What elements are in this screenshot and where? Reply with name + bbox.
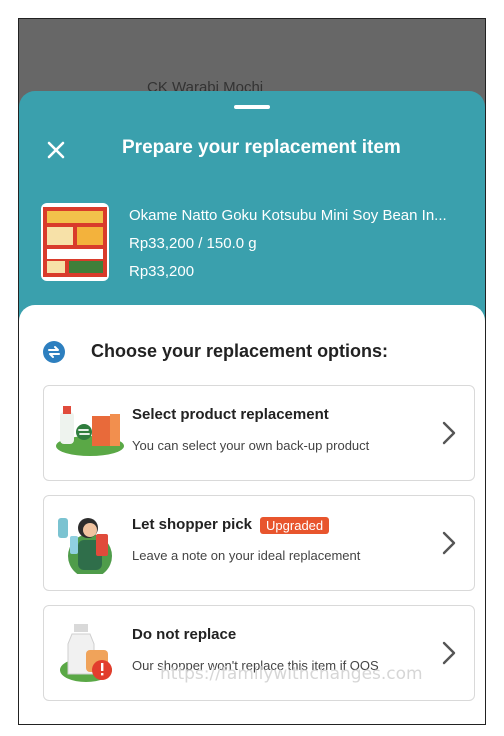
product-unit-price: Rp33,200 / 150.0 g [129,235,257,252]
watermark: https://familywithchanges.com [160,664,423,684]
option-title: Select product replacement [132,406,329,423]
option-subtitle: You can select your own back-up product [132,438,370,453]
upgraded-badge: Upgraded [260,516,330,534]
chevron-right-icon [442,421,456,445]
close-icon [47,141,65,159]
shopper-illustration [58,518,112,574]
drag-handle[interactable] [234,105,270,109]
replacement-sheet-header: Prepare your replacement item Okame Natt… [19,91,485,331]
chevron-right-icon [442,531,456,555]
product-thumbnail [41,203,109,281]
no-replace-illustration [60,624,112,682]
chevron-right-icon [442,641,456,665]
option-title-text: Let shopper pick [132,516,253,533]
product-swap-illustration [56,406,124,456]
product-name: Okame Natto Goku Kotsubu Mini Soy Bean I… [129,207,447,224]
section-title: Choose your replacement options: [91,341,389,361]
replacement-options-panel: Choose your replacement options: Select … [19,305,485,724]
page-title: Prepare your replacement item [122,137,401,158]
close-button[interactable] [43,137,69,163]
option-title: Let shopper pick Upgraded [132,516,330,534]
let-shopper-pick-option[interactable]: Let shopper pick Upgraded Leave a note on… [43,495,475,591]
option-subtitle: Leave a note on your ideal replacement [132,548,361,563]
do-not-replace-option[interactable]: Do not replace Our shopper won't replace… [43,605,475,701]
swap-icon [43,341,65,363]
select-product-replacement-option[interactable]: Select product replacement You can selec… [43,385,475,481]
app-frame: CK Warabi Mochi Prepare your replacement… [18,18,486,725]
product-price: Rp33,200 [129,263,195,280]
option-title: Do not replace [132,626,237,643]
